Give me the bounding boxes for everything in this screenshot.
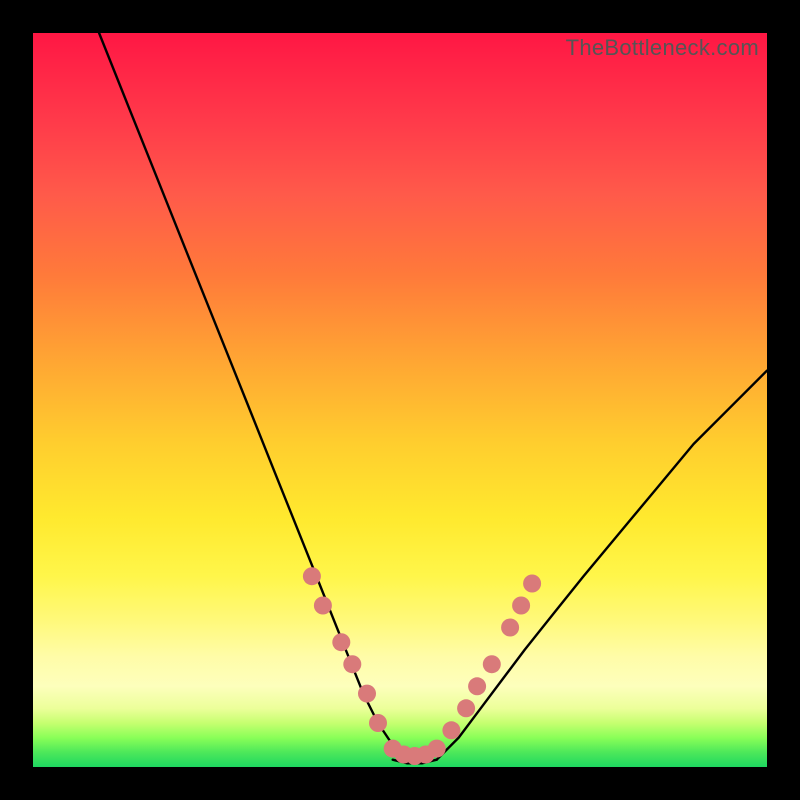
chart-frame: TheBottleneck.com bbox=[0, 0, 800, 800]
series-right-curve bbox=[437, 371, 767, 760]
marker-left-dots bbox=[303, 567, 321, 585]
chart-lines bbox=[99, 33, 767, 763]
marker-right-dots bbox=[483, 655, 501, 673]
chart-markers bbox=[303, 567, 541, 765]
marker-left-dots bbox=[369, 714, 387, 732]
chart-svg bbox=[33, 33, 767, 767]
marker-right-dots bbox=[512, 597, 530, 615]
plot-area: TheBottleneck.com bbox=[33, 33, 767, 767]
marker-right-dots bbox=[523, 575, 541, 593]
series-left-curve bbox=[99, 33, 407, 760]
marker-left-dots bbox=[332, 633, 350, 651]
marker-right-dots bbox=[501, 619, 519, 637]
marker-left-dots bbox=[343, 655, 361, 673]
marker-left-dots bbox=[358, 685, 376, 703]
marker-right-dots bbox=[468, 677, 486, 695]
marker-bottom-dots bbox=[428, 740, 446, 758]
marker-right-dots bbox=[442, 721, 460, 739]
marker-left-dots bbox=[314, 597, 332, 615]
marker-right-dots bbox=[457, 699, 475, 717]
